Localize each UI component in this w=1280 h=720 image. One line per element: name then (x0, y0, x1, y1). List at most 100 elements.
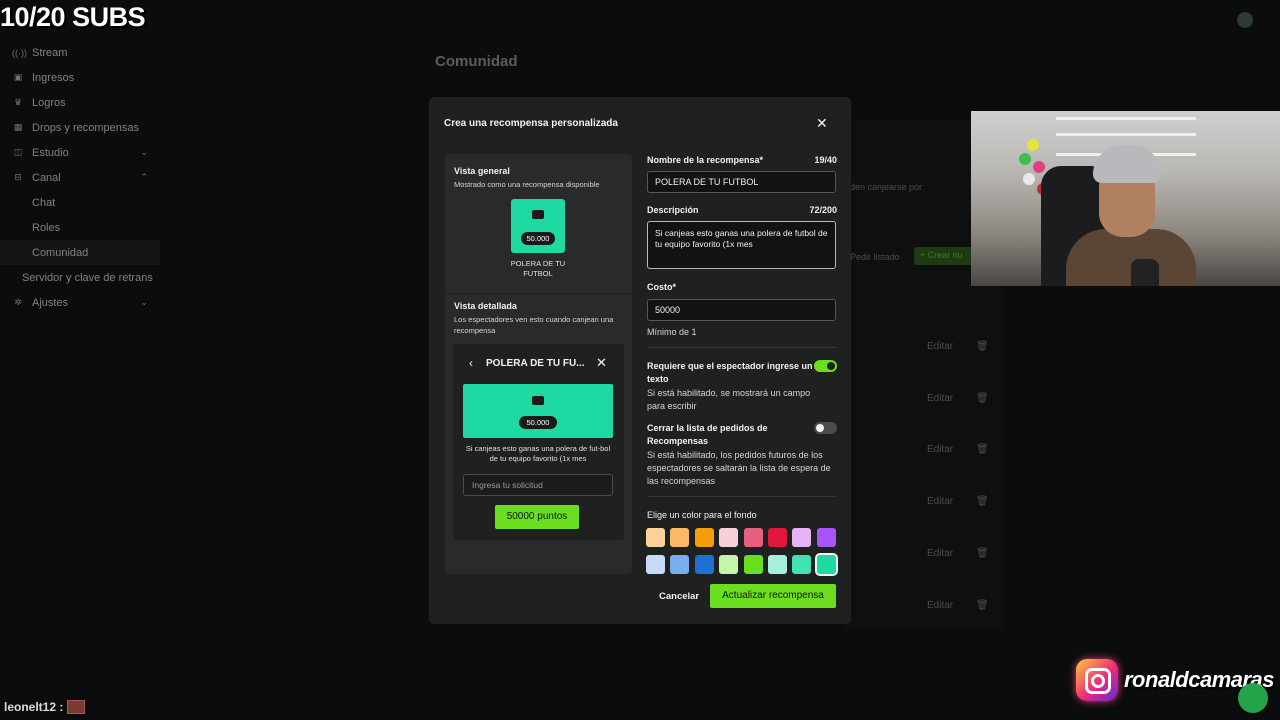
reward-name-label: Nombre de la recompensa* (647, 155, 764, 165)
sidebar-item-drops[interactable]: ▦ Drops y recompensas (0, 115, 160, 140)
chat-emote (67, 700, 86, 714)
chat-message: leonelt12 : (4, 700, 86, 714)
channel-icon: ⊟ (14, 172, 22, 182)
color-swatch[interactable] (694, 555, 714, 574)
require-text-help: Si está habilitado, se mostrará un campo… (647, 388, 811, 411)
rewards-hint-text: den canjearse por (850, 182, 923, 192)
color-swatch[interactable] (743, 528, 763, 547)
sidebar-item-label: Logros (32, 96, 66, 109)
close-queue-help: Si está habilitado, los pedidos futuros … (647, 450, 831, 486)
detail-reward-title: POLERA DE TU FU... (486, 358, 585, 369)
trash-icon[interactable]: 🗑 (976, 341, 989, 352)
broadcast-icon: ((·)) (12, 47, 27, 58)
color-swatch[interactable] (816, 528, 836, 547)
create-reward-label: Crear nu (927, 250, 963, 260)
trash-icon[interactable]: 🗑 (976, 548, 989, 559)
require-text-toggle[interactable] (814, 360, 837, 372)
overview-title: Vista general (454, 166, 510, 176)
sidebar-item-roles[interactable]: Roles (0, 215, 160, 240)
trash-icon[interactable]: 🗑 (976, 393, 989, 404)
form-divider (647, 496, 836, 497)
require-text-label: Requiere que el espectador ingrese un te… (647, 361, 813, 384)
treasure-chest-icon (532, 210, 544, 219)
form-divider (647, 347, 836, 348)
sidebar-item-estudio[interactable]: ◫ Estudio ⌄ (0, 140, 160, 165)
sidebar-item-stream[interactable]: ((·)) Stream (0, 40, 160, 65)
sidebar-item-label: Servidor y clave de retrans (22, 271, 153, 284)
tile-reward-name: POLERA DE TU FUTBOL (510, 259, 566, 278)
webcam-person-hair (1093, 145, 1161, 183)
color-swatch[interactable] (768, 528, 787, 547)
avatar[interactable] (1237, 12, 1253, 28)
overview-subtitle: Mostrado como una recompensa disponible (454, 180, 600, 189)
trash-icon[interactable]: 🗑 (976, 444, 989, 455)
sidebar-item-ingresos[interactable]: ▣ Ingresos (0, 65, 160, 90)
reward-detail-preview: ‹ POLERA DE TU FU... ✕ 50.000 Si canjeas… (453, 344, 624, 540)
color-swatch[interactable] (792, 528, 812, 547)
close-icon[interactable]: ✕ (816, 115, 828, 132)
edit-link[interactable]: Editar (927, 548, 953, 559)
sidebar-item-logros[interactable]: ♛ Logros (0, 90, 160, 115)
sidebar-item-canal[interactable]: ⊟ Canal ⌃ (0, 165, 160, 190)
color-swatch[interactable] (646, 555, 665, 574)
sidebar-item-servidor[interactable]: Servidor y clave de retrans (0, 265, 160, 290)
chevron-left-icon: ‹ (469, 356, 473, 370)
color-swatch[interactable] (719, 528, 739, 547)
instagram-icon (1076, 659, 1118, 701)
trash-icon[interactable]: 🗑 (976, 600, 989, 611)
color-swatch[interactable] (646, 528, 665, 547)
close-queue-toggle[interactable] (814, 422, 837, 434)
sidebar-item-label: Comunidad (32, 246, 89, 259)
sidebar-item-comunidad[interactable]: Comunidad (0, 240, 160, 265)
page-title: Comunidad (435, 53, 518, 70)
edit-link[interactable]: Editar (927, 600, 953, 611)
cost-help-text: Mínimo de 1 (647, 327, 697, 337)
trash-icon[interactable]: 🗑 (976, 496, 989, 507)
update-reward-button[interactable]: Actualizar recompensa (710, 584, 836, 608)
color-swatch[interactable] (768, 555, 787, 574)
sidebar-item-label: Ingresos (32, 71, 75, 84)
chevron-down-icon: ⌄ (140, 147, 148, 157)
detail-cost-badge: 50.000 (519, 416, 557, 429)
sidebar-item-label: Stream (32, 46, 68, 59)
list-requests-button[interactable]: Pedir listado (850, 252, 900, 262)
cancel-button[interactable]: Cancelar (659, 591, 699, 602)
close-icon: ✕ (596, 355, 607, 370)
color-swatch[interactable] (670, 528, 690, 547)
description-label: Descripción (647, 205, 699, 215)
reward-name-counter: 19/40 (814, 155, 837, 165)
preview-divider (445, 293, 632, 294)
color-swatch[interactable] (694, 528, 714, 547)
sidebar-item-label: Roles (32, 221, 61, 234)
sidebar-item-ajustes[interactable]: ✲ Ajustes ⌄ (0, 290, 160, 315)
edit-link[interactable]: Editar (927, 444, 953, 455)
edit-link[interactable]: Editar (927, 496, 953, 507)
create-reward-modal: Crea una recompensa personalizada ✕ Vist… (429, 97, 851, 624)
create-reward-button[interactable]: + Crear nu (914, 247, 974, 265)
color-swatch[interactable] (792, 555, 812, 574)
edit-link[interactable]: Editar (927, 341, 953, 352)
webcam-shelf (1056, 133, 1196, 136)
floating-chat-button[interactable] (1238, 683, 1268, 713)
sidebar: ((·)) Stream ▣ Ingresos ♛ Logros ▦ Drops y r… (0, 40, 160, 315)
chevron-up-icon: ⌃ (140, 172, 148, 182)
gear-icon: ✲ (14, 297, 22, 307)
detail-description: Si canjeas esto ganas una polera de fut-… (465, 444, 611, 463)
color-swatch[interactable] (670, 555, 690, 574)
sidebar-item-chat[interactable]: Chat (0, 190, 160, 215)
sidebar-item-label: Drops y recompensas (32, 121, 139, 134)
webcam-feed (971, 111, 1280, 286)
reward-name-input[interactable] (647, 171, 836, 193)
edit-link[interactable]: Editar (927, 393, 953, 404)
color-swatch[interactable] (814, 553, 838, 576)
color-swatch[interactable] (743, 555, 763, 574)
description-counter: 72/200 (809, 205, 837, 215)
color-swatch[interactable] (719, 555, 739, 574)
description-textarea[interactable]: Si canjeas esto ganas una polera de futb… (647, 221, 836, 269)
studio-icon: ◫ (13, 147, 23, 157)
reward-preview-panel: Vista general Mostrado como una recompen… (445, 154, 632, 574)
cost-input[interactable] (647, 299, 836, 321)
subs-counter-overlay: 10/20 SUBS (0, 2, 146, 32)
chat-username: leonelt12 : (4, 700, 64, 714)
tile-cost-badge: 50.000 (521, 232, 555, 245)
